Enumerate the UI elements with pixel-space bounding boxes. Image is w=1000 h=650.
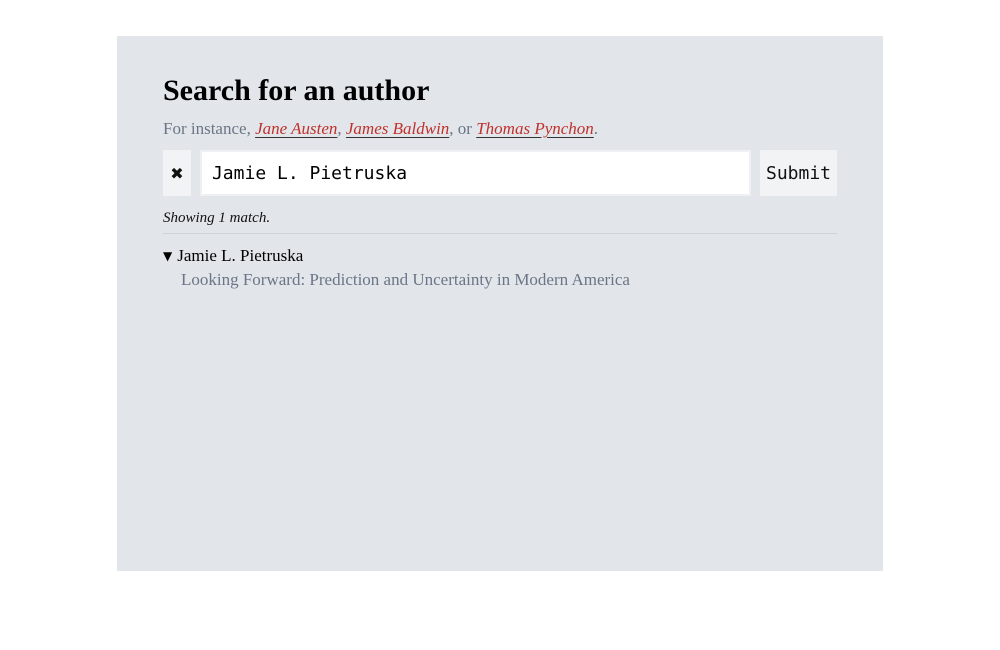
hint-prefix: For instance, [163,119,251,138]
example-link-jane-austen[interactable]: Jane Austen [255,119,337,138]
result-count: Showing 1 match. [163,210,837,234]
search-panel: Search for an author For instance, Jane … [117,36,883,571]
search-bar: ✖ Submit [163,150,837,196]
book-title: Looking Forward: Prediction and Uncertai… [181,270,630,289]
example-link-thomas-pynchon[interactable]: Thomas Pynchon [476,119,594,138]
hint-suffix: . [593,119,599,138]
close-icon: ✖ [170,163,184,183]
search-input[interactable] [201,162,749,184]
author-toggle[interactable]: ▼ Jamie L. Pietruska [163,246,837,266]
hint-separator: , or [449,119,472,138]
triangle-down-icon: ▼ [163,249,173,263]
list-item: ▼ Jamie L. Pietruska Looking Forward: Pr… [163,246,837,290]
search-input-wrapper [199,150,751,196]
author-name: Jamie L. Pietruska [177,246,304,265]
example-hint: For instance, Jane Austen, James Baldwin… [163,118,837,140]
example-link-james-baldwin[interactable]: James Baldwin [346,119,449,138]
submit-button[interactable]: Submit [760,150,837,196]
page-title: Search for an author [163,74,430,107]
clear-button[interactable]: ✖ [163,150,191,196]
hint-separator: , [337,119,342,138]
